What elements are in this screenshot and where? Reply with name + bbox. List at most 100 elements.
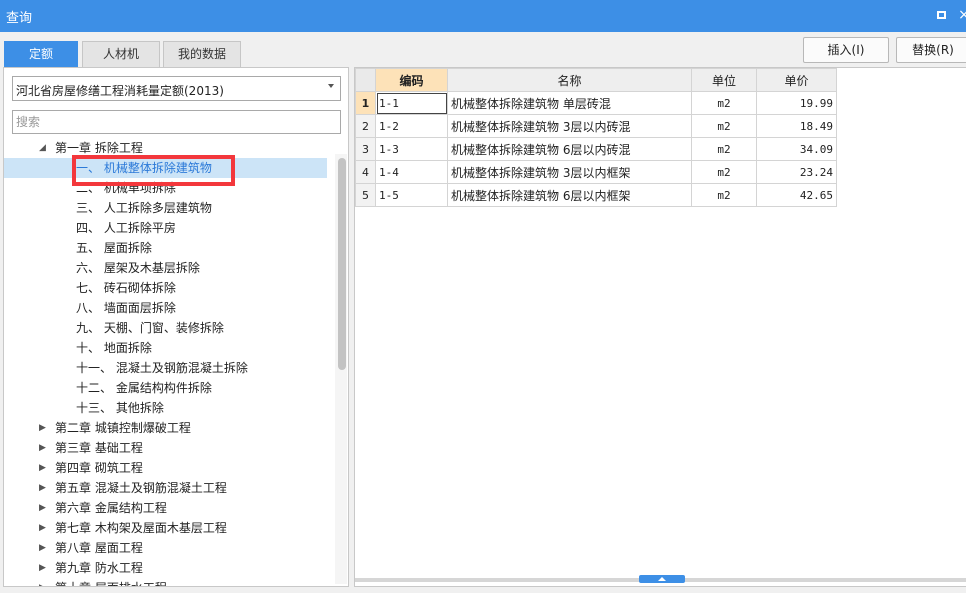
price-cell[interactable]: 42.65 [756,183,837,207]
tree-item[interactable]: 四、 人工拆除平房 [4,218,327,238]
tree-item[interactable]: ▶ 第六章 金属结构工程 [4,498,327,518]
collapsed-caret-icon[interactable]: ▶ [39,558,46,578]
tree-item[interactable]: 九、 天棚、门窗、装修拆除 [4,318,327,338]
table-row[interactable]: 3 1-3 机械整体拆除建筑物 6层以内砖混 m2 34.09 [355,137,837,161]
header-price[interactable]: 单价 [756,68,837,92]
tree-item-label: 第一章 拆除工程 [55,141,143,155]
tree-item-label: 十一、 混凝土及钢筋混凝土拆除 [76,361,248,375]
tree-item[interactable]: 十一、 混凝土及钢筋混凝土拆除 [4,358,327,378]
tree-item[interactable]: ◢ 第一章 拆除工程 [4,138,327,158]
close-icon: × [958,7,966,23]
tree-item-label: 十、 地面拆除 [76,341,152,355]
collapsed-caret-icon[interactable]: ▶ [39,458,46,478]
collapsed-caret-icon[interactable]: ▶ [39,518,46,538]
unit-cell[interactable]: m2 [691,91,757,115]
close-button[interactable]: × [955,6,966,24]
tree-item-label: 十三、 其他拆除 [76,401,164,415]
quota-table: 编码 名称 单位 单价 1 1-1 机械整体拆除建筑物 单层砖混 m2 19.99 2 1-… [355,68,837,207]
replace-button[interactable]: 替换(R) [896,37,966,63]
table-row[interactable]: 1 1-1 机械整体拆除建筑物 单层砖混 m2 19.99 [355,91,837,115]
collapsed-caret-icon[interactable]: ▶ [39,418,46,438]
table-row[interactable]: 2 1-2 机械整体拆除建筑物 3层以内砖混 m2 18.49 [355,114,837,138]
tree-item-label: 第四章 砌筑工程 [55,461,143,475]
tree-item[interactable]: 一、 机械整体拆除建筑物 [4,158,327,178]
tree-item[interactable]: ▶ 第七章 木构架及屋面木基层工程 [4,518,327,538]
tree-item-label: 六、 屋架及木基层拆除 [76,261,200,275]
tree-item-label: 第八章 屋面工程 [55,541,143,555]
header-corner [355,68,376,92]
table-row[interactable]: 5 1-5 机械整体拆除建筑物 6层以内框架 m2 42.65 [355,183,837,207]
unit-cell[interactable]: m2 [691,114,757,138]
header-name[interactable]: 名称 [447,68,692,92]
tree-item[interactable]: ▶ 第九章 防水工程 [4,558,327,578]
name-cell[interactable]: 机械整体拆除建筑物 6层以内砖混 [447,137,692,161]
price-cell[interactable]: 19.99 [756,91,837,115]
tree-item[interactable]: 十三、 其他拆除 [4,398,327,418]
name-cell[interactable]: 机械整体拆除建筑物 6层以内框架 [447,183,692,207]
unit-cell[interactable]: m2 [691,183,757,207]
tree-item-label: 五、 屋面拆除 [76,241,152,255]
row-number[interactable]: 5 [355,183,376,207]
tab-quota[interactable]: 定额 [4,41,78,67]
code-cell[interactable]: 1-4 [375,160,448,184]
collapsed-caret-icon[interactable]: ▶ [39,578,46,586]
collapsed-caret-icon[interactable]: ▶ [39,538,46,558]
code-cell[interactable]: 1-5 [375,183,448,207]
unit-cell[interactable]: m2 [691,160,757,184]
tree-item-label: 八、 墙面面层拆除 [76,301,176,315]
tree-item[interactable]: 五、 屋面拆除 [4,238,327,258]
name-cell[interactable]: 机械整体拆除建筑物 单层砖混 [447,91,692,115]
tree-item-label: 十二、 金属结构构件拆除 [76,381,212,395]
table-header-row: 编码 名称 单位 单价 [355,68,837,92]
tree-item-label: 四、 人工拆除平房 [76,221,176,235]
splitter-handle[interactable] [639,575,685,583]
tree-item[interactable]: 十二、 金属结构构件拆除 [4,378,327,398]
table-row[interactable]: 4 1-4 机械整体拆除建筑物 3层以内框架 m2 23.24 [355,160,837,184]
price-cell[interactable]: 23.24 [756,160,837,184]
tree-scrollbar-thumb[interactable] [338,158,346,370]
tree-scrollbar[interactable] [335,154,347,584]
tree-item-label: 第九章 防水工程 [55,561,143,575]
tree-item[interactable]: 三、 人工拆除多层建筑物 [4,198,327,218]
price-cell[interactable]: 18.49 [756,114,837,138]
tree-item-label: 第二章 城镇控制爆破工程 [55,421,191,435]
code-cell[interactable]: 1-2 [375,114,448,138]
tree-item[interactable]: ▶ 第三章 基础工程 [4,438,327,458]
tree-item[interactable]: ▶ 第十章 屋面排水工程 [4,578,327,586]
restore-button[interactable] [932,6,950,24]
row-number[interactable]: 3 [355,137,376,161]
tree-item-label: 第六章 金属结构工程 [55,501,167,515]
search-input[interactable] [12,110,341,134]
tree-item-label: 九、 天棚、门窗、装修拆除 [76,321,224,335]
quota-library-select[interactable]: 河北省房屋修缮工程消耗量定额(2013) [12,76,341,101]
tree-item[interactable]: 十、 地面拆除 [4,338,327,358]
tree-item[interactable]: ▶ 第五章 混凝土及钢筋混凝土工程 [4,478,327,498]
header-code[interactable]: 编码 [375,68,448,92]
header-unit[interactable]: 单位 [691,68,757,92]
tree-item-label: 一、 机械整体拆除建筑物 [76,161,212,175]
tree-item[interactable]: ▶ 第四章 砌筑工程 [4,458,327,478]
tree-item-label: 七、 砖石砌体拆除 [76,281,176,295]
tab-labor-material-machine[interactable]: 人材机 [82,41,160,67]
row-number[interactable]: 4 [355,160,376,184]
collapsed-caret-icon[interactable]: ▶ [39,478,46,498]
row-number[interactable]: 2 [355,114,376,138]
code-cell[interactable]: 1-3 [375,137,448,161]
name-cell[interactable]: 机械整体拆除建筑物 3层以内框架 [447,160,692,184]
tree-item[interactable]: ▶ 第八章 屋面工程 [4,538,327,558]
tree-item[interactable]: 二、 机械单项拆除 [4,178,327,198]
insert-button[interactable]: 插入(I) [803,37,889,63]
tab-my-data[interactable]: 我的数据 [163,41,241,67]
tree-item[interactable]: 八、 墙面面层拆除 [4,298,327,318]
tree-item[interactable]: 六、 屋架及木基层拆除 [4,258,327,278]
tree-item[interactable]: 七、 砖石砌体拆除 [4,278,327,298]
collapsed-caret-icon[interactable]: ▶ [39,498,46,518]
unit-cell[interactable]: m2 [691,137,757,161]
collapsed-caret-icon[interactable]: ▶ [39,438,46,458]
expanded-caret-icon[interactable]: ◢ [39,138,46,158]
code-cell[interactable]: 1-1 [375,91,448,115]
tree-item[interactable]: ▶ 第二章 城镇控制爆破工程 [4,418,327,438]
price-cell[interactable]: 34.09 [756,137,837,161]
row-number[interactable]: 1 [355,91,376,115]
name-cell[interactable]: 机械整体拆除建筑物 3层以内砖混 [447,114,692,138]
